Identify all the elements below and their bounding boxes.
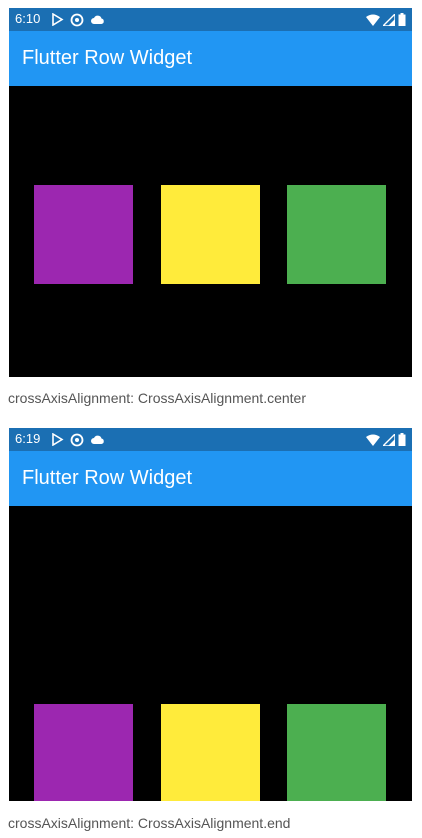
green-box xyxy=(287,185,386,284)
yellow-box xyxy=(161,704,260,801)
phone-screenshot-center: 6:10 Flutter Row Widget xyxy=(9,8,412,377)
play-store-icon xyxy=(51,12,64,27)
app-bar: Flutter Row Widget xyxy=(9,451,412,506)
cloud-icon xyxy=(90,434,105,445)
battery-icon xyxy=(398,13,406,26)
play-store-icon xyxy=(51,432,64,447)
app-bar-title: Flutter Row Widget xyxy=(22,47,193,69)
status-left-icons xyxy=(51,432,105,447)
purple-box xyxy=(34,185,133,284)
signal-icon xyxy=(381,431,396,447)
status-time: 6:10 xyxy=(15,11,41,26)
signal-icon xyxy=(381,11,396,27)
wifi-icon xyxy=(366,14,380,26)
row-container xyxy=(9,506,412,801)
caption-center: crossAxisAlignment: CrossAxisAlignment.c… xyxy=(8,390,306,406)
green-box xyxy=(287,704,386,801)
status-right-icons xyxy=(366,11,406,27)
phone-screenshot-end: 6:19 Flutter Row Widget xyxy=(9,428,412,801)
sync-icon xyxy=(70,433,84,447)
app-bar: Flutter Row Widget xyxy=(9,31,412,86)
cloud-icon xyxy=(90,14,105,25)
wifi-icon xyxy=(366,434,380,446)
status-left-icons xyxy=(51,12,105,27)
status-time: 6:19 xyxy=(15,431,41,446)
caption-end: crossAxisAlignment: CrossAxisAlignment.e… xyxy=(8,815,291,831)
battery-icon xyxy=(398,433,406,446)
row-container xyxy=(9,86,412,377)
app-bar-title: Flutter Row Widget xyxy=(22,467,193,489)
purple-box xyxy=(34,704,133,801)
status-bar: 6:19 xyxy=(9,428,412,451)
status-bar: 6:10 xyxy=(9,8,412,31)
sync-icon xyxy=(70,13,84,27)
status-right-icons xyxy=(366,431,406,447)
yellow-box xyxy=(161,185,260,284)
